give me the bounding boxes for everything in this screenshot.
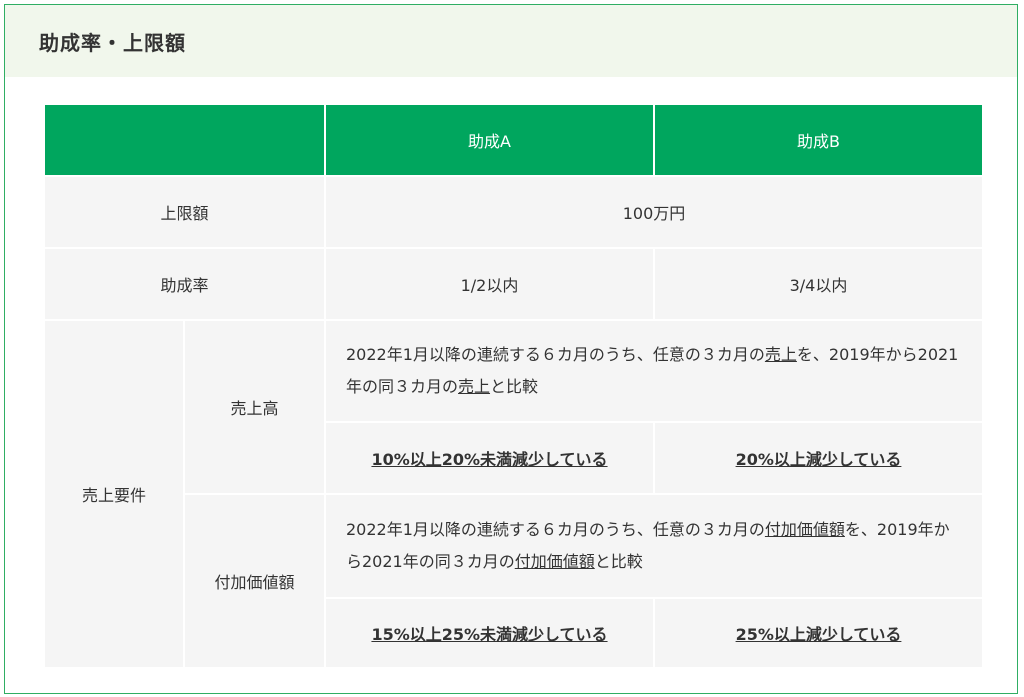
sales-desc-part1: 2022年1月以降の連続する６カ月のうち、任意の３カ月の: [346, 345, 765, 364]
subsidy-panel: 助成率・上限額 助成A 助成B 上限額 100万円 助成率 1/2以内 3/4以…: [4, 4, 1018, 694]
value-added-criterion-b: 25%以上減少している: [653, 597, 984, 669]
table-row-value-desc: 付加価値額 2022年1月以降の連続する６カ月のうち、任意の３カ月の付加価値額を…: [44, 493, 984, 669]
rate-label: 助成率: [43, 247, 326, 321]
value-added-term-link-2[interactable]: 付加価値額: [515, 552, 595, 571]
sales-label: 売上高: [183, 319, 326, 495]
value-added-label: 付加価値額: [183, 493, 326, 669]
table-row-sales-desc: 売上要件 売上高 2022年1月以降の連続する６カ月のうち、任意の３カ月の売上を…: [43, 319, 984, 669]
page-title: 助成率・上限額: [39, 30, 186, 55]
value-added-term-link[interactable]: 付加価値額: [765, 520, 845, 539]
sales-term-link-2[interactable]: 売上: [458, 377, 490, 396]
value-desc-part3: と比較: [594, 552, 643, 571]
table-row-limit: 上限額 100万円: [43, 175, 984, 249]
limit-value: 100万円: [324, 175, 984, 249]
value-added-description: 2022年1月以降の連続する６カ月のうち、任意の３カ月の付加価値額を、2019年…: [324, 493, 984, 599]
requirements-label: 売上要件: [43, 319, 185, 669]
limit-label: 上限額: [43, 175, 326, 249]
value-desc-part1: 2022年1月以降の連続する６カ月のうち、任意の３カ月の: [346, 520, 765, 539]
table-header-row: 助成A 助成B: [43, 103, 984, 177]
header-subsidy-a: 助成A: [324, 103, 655, 177]
sales-desc-part3: と比較: [490, 377, 539, 396]
sales-description: 2022年1月以降の連続する６カ月のうち、任意の３カ月の売上を、2019年から2…: [324, 319, 984, 423]
subsidy-table: 助成A 助成B 上限額 100万円 助成率 1/2以内 3/4以内 売上要件 売…: [43, 103, 984, 669]
sales-criterion-a: 10%以上20%未満減少している: [324, 421, 655, 495]
rate-a: 1/2以内: [324, 247, 655, 321]
sales-criterion-b: 20%以上減少している: [653, 421, 984, 495]
header-blank-cell: [43, 103, 326, 177]
panel-header: 助成率・上限額: [5, 5, 1017, 77]
table-row-rate: 助成率 1/2以内 3/4以内: [43, 247, 984, 321]
rate-b: 3/4以内: [653, 247, 984, 321]
value-added-criterion-a: 15%以上25%未満減少している: [324, 597, 655, 669]
header-subsidy-b: 助成B: [653, 103, 984, 177]
sales-term-link[interactable]: 売上: [765, 345, 797, 364]
